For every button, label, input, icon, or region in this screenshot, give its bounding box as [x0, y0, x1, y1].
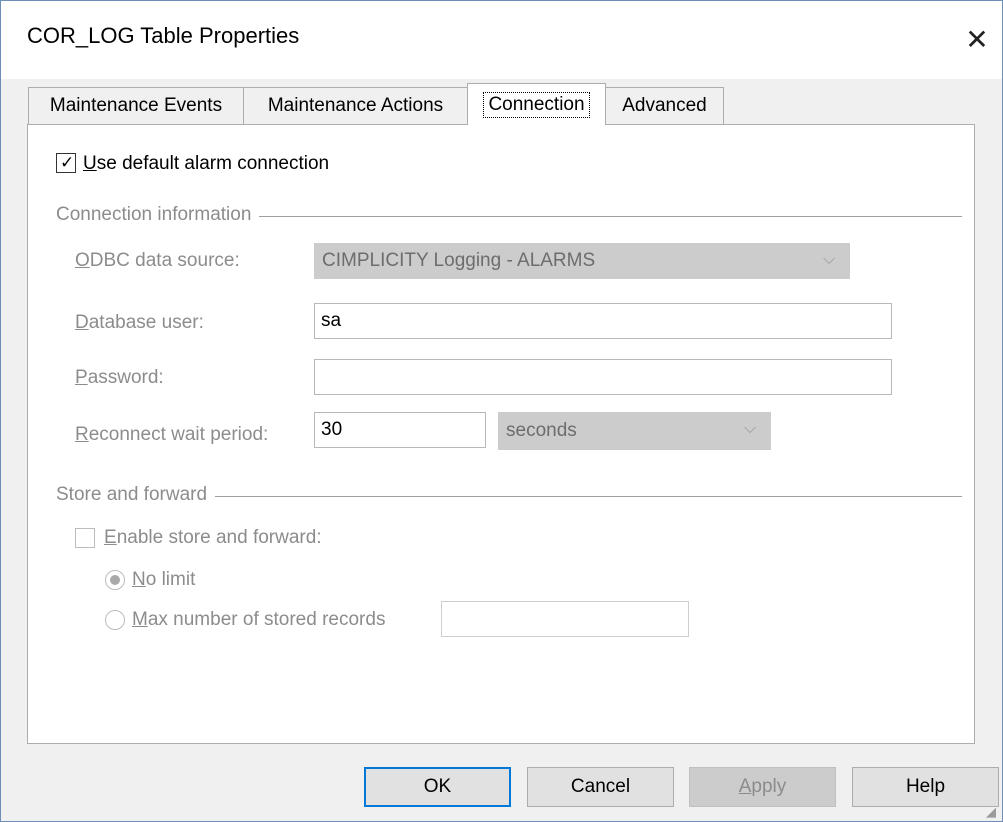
label-text: o limit	[145, 569, 196, 590]
label-text: atabase user:	[88, 312, 204, 333]
tab-label: Maintenance Events	[49, 95, 223, 116]
resize-grip-icon[interactable]: ◢	[986, 805, 1000, 819]
label-text: DBC data source:	[89, 250, 240, 271]
chevron-down-icon: ⌵	[744, 420, 757, 437]
tab-label: Advanced	[622, 95, 707, 116]
label-text: pply	[751, 776, 787, 797]
mnemonic: D	[75, 312, 89, 333]
mnemonic: R	[75, 424, 89, 445]
tab-maintenance-events[interactable]: Maintenance Events	[28, 87, 244, 124]
mnemonic: P	[75, 367, 88, 388]
mnemonic: M	[132, 609, 148, 630]
tab-connection[interactable]: Connection	[467, 83, 606, 125]
database-user-input[interactable]: sa	[314, 303, 892, 339]
input-value: 30	[321, 419, 343, 440]
title-bar: COR_LOG Table Properties ✕	[1, 1, 1002, 79]
dialog-title: COR_LOG Table Properties	[27, 23, 300, 48]
radio-selected-dot	[110, 575, 120, 585]
tab-label: Maintenance Actions	[267, 95, 444, 116]
no-limit-radio[interactable]	[105, 570, 125, 590]
odbc-label: ODBC data source:	[75, 250, 240, 272]
cancel-button[interactable]: Cancel	[527, 767, 674, 807]
label-text: nable store and forward:	[116, 527, 322, 548]
ok-button[interactable]: OK	[364, 767, 511, 807]
help-button[interactable]: Help	[852, 767, 999, 807]
password-label: Password:	[75, 367, 164, 389]
no-limit-label[interactable]: No limit	[132, 569, 195, 591]
odbc-data-source-select[interactable]: CIMPLICITY Logging - ALARMS ⌵	[314, 243, 850, 279]
password-input[interactable]	[314, 359, 892, 395]
max-records-label[interactable]: Max number of stored records	[132, 609, 385, 631]
mnemonic: U	[83, 153, 97, 174]
chevron-down-icon: ⌵	[823, 251, 836, 268]
label-text: econnect wait period:	[88, 424, 269, 445]
select-value: CIMPLICITY Logging - ALARMS	[322, 250, 596, 271]
check-icon: ✓	[60, 153, 75, 172]
mnemonic: O	[75, 250, 90, 271]
mnemonic: N	[132, 569, 146, 590]
use-default-connection-checkbox[interactable]: ✓	[56, 153, 76, 173]
input-value: sa	[321, 310, 342, 331]
max-records-radio[interactable]	[105, 610, 125, 630]
enable-store-forward-label[interactable]: Enable store and forward:	[104, 527, 322, 549]
properties-dialog: COR_LOG Table Properties ✕ Maintenance E…	[0, 0, 1003, 822]
connection-group-label: Connection information	[56, 204, 260, 226]
label-text: assword:	[87, 367, 164, 388]
mnemonic: E	[104, 527, 117, 548]
close-icon[interactable]: ✕	[953, 15, 1001, 63]
select-value: seconds	[506, 420, 577, 441]
enable-store-forward-checkbox[interactable]	[75, 528, 95, 548]
tab-advanced[interactable]: Advanced	[605, 87, 724, 124]
use-default-connection-label[interactable]: Use default alarm connection	[83, 153, 329, 175]
reconnect-unit-select[interactable]: seconds ⌵	[498, 412, 771, 450]
tab-label: Connection	[483, 91, 590, 118]
max-records-input[interactable]	[441, 601, 689, 637]
reconnect-wait-input[interactable]: 30	[314, 412, 486, 448]
db-user-label: Database user:	[75, 312, 204, 334]
label-text: se default alarm connection	[96, 153, 330, 174]
store-forward-group-label: Store and forward	[56, 484, 216, 506]
reconnect-label: Reconnect wait period:	[75, 424, 268, 446]
tab-maintenance-actions[interactable]: Maintenance Actions	[243, 87, 468, 124]
apply-button[interactable]: Apply	[689, 767, 836, 807]
label-text: ax number of stored records	[147, 609, 386, 630]
mnemonic: A	[738, 776, 752, 797]
